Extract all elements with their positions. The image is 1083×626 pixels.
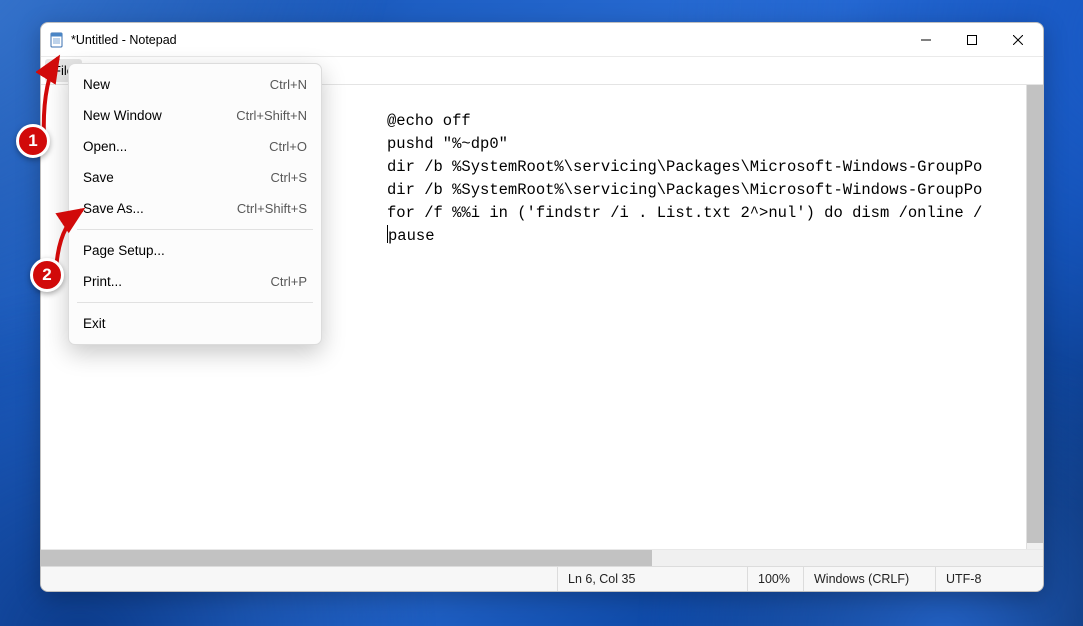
menu-item-accel: Ctrl+N (270, 77, 307, 92)
menu-item-new[interactable]: New Ctrl+N (69, 69, 321, 100)
menu-separator (77, 302, 313, 303)
status-eol: Windows (CRLF) (803, 567, 935, 591)
editor-line: @echo off (387, 112, 471, 130)
menu-item-accel: Ctrl+Shift+S (237, 201, 307, 216)
menu-item-accel: Ctrl+P (271, 274, 307, 289)
minimize-button[interactable] (903, 25, 949, 55)
menu-item-label: Page Setup... (83, 243, 307, 258)
status-zoom: 100% (747, 567, 803, 591)
status-position: Ln 6, Col 35 (557, 567, 747, 591)
menu-item-open[interactable]: Open... Ctrl+O (69, 131, 321, 162)
maximize-button[interactable] (949, 25, 995, 55)
menu-separator (77, 229, 313, 230)
menu-item-label: Save As... (83, 201, 237, 216)
menu-item-label: New Window (83, 108, 236, 123)
editor-line: pause (388, 227, 435, 245)
menu-item-page-setup[interactable]: Page Setup... (69, 235, 321, 266)
status-encoding: UTF-8 (935, 567, 1043, 591)
vscroll-thumb[interactable] (1027, 85, 1043, 543)
annotation-number: 2 (42, 265, 51, 285)
editor-line: dir /b %SystemRoot%\servicing\Packages\M… (387, 158, 982, 176)
menu-item-label: Exit (83, 316, 307, 331)
menu-item-label: Print... (83, 274, 271, 289)
annotation-badge-2: 2 (30, 258, 64, 292)
titlebar[interactable]: *Untitled - Notepad (41, 23, 1043, 57)
status-blank (41, 567, 557, 591)
menu-item-label: Open... (83, 139, 269, 154)
menu-item-new-window[interactable]: New Window Ctrl+Shift+N (69, 100, 321, 131)
notepad-icon (49, 32, 65, 48)
menu-item-print[interactable]: Print... Ctrl+P (69, 266, 321, 297)
scroll-corner (1026, 550, 1043, 566)
file-menu-dropdown: New Ctrl+N New Window Ctrl+Shift+N Open.… (68, 63, 322, 345)
menu-item-accel: Ctrl+S (271, 170, 307, 185)
hscroll-thumb[interactable] (41, 550, 652, 566)
horizontal-scrollbar[interactable] (41, 550, 1026, 566)
close-button[interactable] (995, 25, 1041, 55)
annotation-badge-1: 1 (16, 124, 50, 158)
annotation-number: 1 (28, 131, 37, 151)
menu-item-exit[interactable]: Exit (69, 308, 321, 339)
menu-item-save[interactable]: Save Ctrl+S (69, 162, 321, 193)
menu-item-label: Save (83, 170, 271, 185)
editor-line: for /f %%i in ('findstr /i . List.txt 2^… (387, 204, 982, 222)
window-title: *Untitled - Notepad (71, 33, 177, 47)
vertical-scrollbar[interactable] (1026, 85, 1043, 549)
menu-item-accel: Ctrl+Shift+N (236, 108, 307, 123)
editor-line: pushd "%~dp0" (387, 135, 508, 153)
editor-line: dir /b %SystemRoot%\servicing\Packages\M… (387, 181, 982, 199)
statusbar: Ln 6, Col 35 100% Windows (CRLF) UTF-8 (41, 566, 1043, 591)
menu-item-save-as[interactable]: Save As... Ctrl+Shift+S (69, 193, 321, 224)
menu-item-accel: Ctrl+O (269, 139, 307, 154)
menu-item-label: New (83, 77, 270, 92)
